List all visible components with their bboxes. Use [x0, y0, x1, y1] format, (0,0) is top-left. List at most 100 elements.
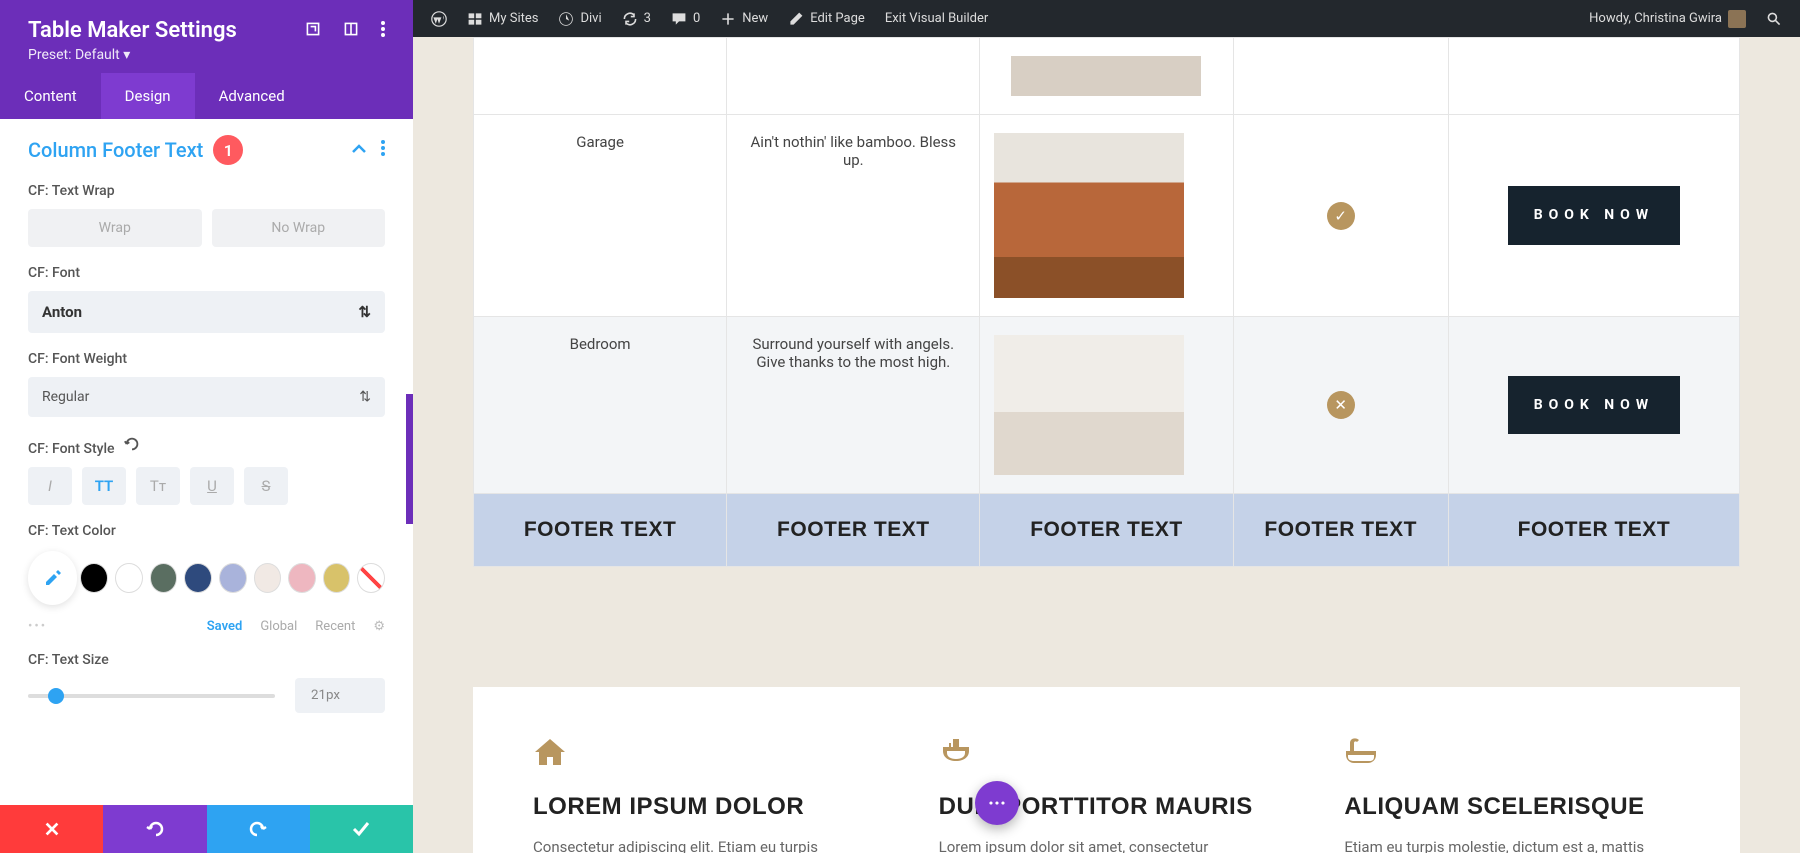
wp-logo[interactable]	[421, 0, 457, 37]
more-dots-icon[interactable]: •••	[28, 619, 47, 634]
color-swatch[interactable]	[80, 563, 108, 593]
check-icon: ✓	[1327, 202, 1355, 230]
size-slider[interactable]	[28, 694, 275, 698]
label-text-size: CF: Text Size	[28, 652, 385, 668]
gear-icon[interactable]: ⚙	[373, 619, 385, 634]
howdy-user[interactable]: Howdy, Christina Gwira	[1579, 0, 1756, 37]
reset-icon[interactable]	[123, 435, 141, 453]
sink-icon	[939, 737, 1275, 775]
blurbs-section: LOREM IPSUM DOLOR Consectetur adipiscing…	[473, 687, 1740, 853]
cross-icon: ✕	[1327, 391, 1355, 419]
search-toggle[interactable]	[1756, 0, 1792, 37]
panel-footer	[0, 805, 413, 853]
color-tab-recent[interactable]: Recent	[315, 619, 355, 634]
comments-link[interactable]: 0	[661, 0, 710, 37]
site-divi-link[interactable]: Divi	[548, 0, 611, 37]
chevron-updown-icon: ⇅	[358, 303, 371, 321]
tab-advanced[interactable]: Advanced	[195, 73, 309, 119]
smallcaps-button[interactable]: Tт	[136, 467, 180, 505]
settings-panel: Table Maker Settings Preset: Default ▾ C…	[0, 0, 413, 853]
label-font-style: CF: Font Style	[28, 435, 385, 457]
color-swatch[interactable]	[288, 563, 316, 593]
wrap-button[interactable]: Wrap	[28, 209, 202, 247]
label-text-color: CF: Text Color	[28, 523, 385, 539]
wp-admin-bar: My Sites Divi 3 0 New Edit Page Exit Vis…	[413, 0, 1800, 37]
color-tab-global[interactable]: Global	[260, 619, 297, 634]
panel-header: Table Maker Settings Preset: Default ▾	[0, 0, 413, 73]
book-now-button[interactable]: BOOK NOW	[1508, 376, 1680, 434]
label-font-weight: CF: Font Weight	[28, 351, 385, 367]
wordpress-icon	[431, 11, 447, 27]
font-weight-select[interactable]: Regular⇅	[28, 377, 385, 417]
color-swatch-none[interactable]	[357, 563, 385, 593]
table-footer-row: FOOTER TEXT FOOTER TEXT FOOTER TEXT FOOT…	[474, 494, 1740, 567]
blurb: LOREM IPSUM DOLOR Consectetur adipiscing…	[533, 737, 869, 853]
responsive-icon[interactable]	[343, 21, 359, 41]
floating-action-button[interactable]: ···	[975, 781, 1019, 825]
exit-visual-builder-link[interactable]: Exit Visual Builder	[875, 0, 998, 37]
house-icon	[533, 737, 869, 775]
nowrap-button[interactable]: No Wrap	[212, 209, 386, 247]
cell-desc: Surround yourself with angels. Give than…	[727, 317, 980, 494]
strikethrough-button[interactable]: S	[244, 467, 288, 505]
cell-desc: Ain't nothin' like bamboo. Bless up.	[727, 115, 980, 317]
preset-label[interactable]: Preset: Default ▾	[28, 47, 385, 63]
section-title: Column Footer Text	[28, 138, 203, 162]
section-menu-icon[interactable]	[381, 140, 385, 160]
color-swatch[interactable]	[184, 563, 212, 593]
edit-page-link[interactable]: Edit Page	[778, 0, 875, 37]
expand-icon[interactable]	[305, 21, 321, 41]
panel-tabs: Content Design Advanced	[0, 73, 413, 119]
scrollbar-thumb[interactable]	[406, 394, 413, 524]
tab-design[interactable]: Design	[101, 73, 195, 119]
blurb-title: LOREM IPSUM DOLOR	[533, 793, 869, 821]
blurb-text: Lorem ipsum dolor sit amet, consectetur …	[939, 835, 1275, 853]
slider-thumb[interactable]	[48, 688, 64, 704]
collapse-icon[interactable]	[351, 140, 367, 160]
image-placeholder	[994, 133, 1184, 298]
italic-button[interactable]: I	[28, 467, 72, 505]
pencil-icon	[788, 11, 804, 27]
color-tab-saved[interactable]: Saved	[207, 619, 243, 634]
color-swatch[interactable]	[150, 563, 178, 593]
footer-cell: FOOTER TEXT	[1448, 494, 1739, 567]
blurb-text: Etiam eu turpis molestie, dictum est a, …	[1344, 835, 1680, 853]
color-swatch[interactable]	[254, 563, 282, 593]
size-input[interactable]	[295, 678, 385, 713]
comment-icon	[671, 11, 687, 27]
color-swatch[interactable]	[115, 563, 143, 593]
font-select[interactable]: Anton⇅	[28, 291, 385, 333]
page-preview: Garage Ain't nothin' like bamboo. Bless …	[413, 37, 1800, 853]
footer-cell: FOOTER TEXT	[727, 494, 980, 567]
table-preview: Garage Ain't nothin' like bamboo. Bless …	[473, 37, 1740, 567]
table-row	[474, 38, 1740, 115]
cell-name: Garage	[474, 115, 727, 317]
updates-link[interactable]: 3	[612, 0, 661, 37]
book-now-button[interactable]: BOOK NOW	[1508, 186, 1680, 244]
save-button[interactable]	[310, 805, 413, 853]
redo-button[interactable]	[207, 805, 310, 853]
eyedropper-button[interactable]	[28, 551, 77, 605]
new-link[interactable]: New	[710, 0, 778, 37]
blurb-text: Consectetur adipiscing elit. Etiam eu tu…	[533, 835, 869, 853]
label-text-wrap: CF: Text Wrap	[28, 183, 385, 199]
tab-content[interactable]: Content	[0, 73, 101, 119]
bath-icon	[1344, 737, 1680, 775]
label-font: CF: Font	[28, 265, 385, 281]
refresh-icon	[622, 11, 638, 27]
my-sites-link[interactable]: My Sites	[457, 0, 548, 37]
cell-name: Bedroom	[474, 317, 727, 494]
table-row: Garage Ain't nothin' like bamboo. Bless …	[474, 115, 1740, 317]
uppercase-button[interactable]: TT	[82, 467, 126, 505]
color-swatch[interactable]	[219, 563, 247, 593]
section-badge: 1	[213, 135, 243, 165]
cancel-button[interactable]	[0, 805, 103, 853]
plus-icon	[720, 11, 736, 27]
undo-button[interactable]	[103, 805, 206, 853]
color-swatch[interactable]	[323, 563, 351, 593]
sites-icon	[467, 11, 483, 27]
underline-button[interactable]: U	[190, 467, 234, 505]
footer-cell: FOOTER TEXT	[1233, 494, 1448, 567]
panel-body: Column Footer Text 1 CF: Text Wrap Wrap …	[0, 119, 413, 805]
menu-icon[interactable]	[381, 21, 385, 41]
